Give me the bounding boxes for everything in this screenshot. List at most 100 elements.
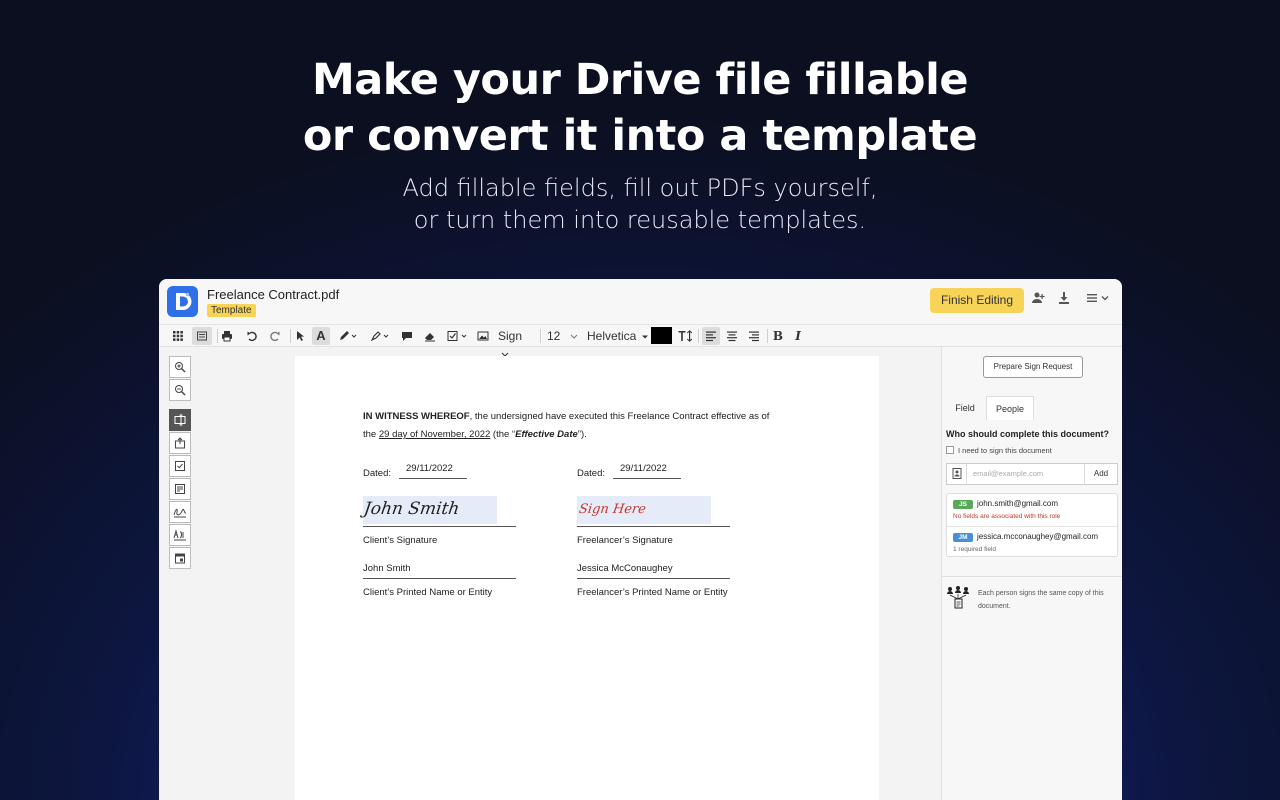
self-sign-checkbox[interactable] [946,446,954,454]
text-field-icon[interactable] [169,409,191,431]
top-bar: Freelance Contract.pdf Template Finish E… [159,279,1122,325]
redo-icon[interactable] [268,327,282,345]
toolbar-divider [767,329,768,343]
form-icon[interactable] [169,478,191,500]
client-signature-field[interactable]: John Smith [363,496,497,524]
font-size-select[interactable]: 12 [547,327,579,345]
grid-view-icon[interactable] [171,327,185,345]
highlighter-icon[interactable] [369,327,391,345]
email-input[interactable]: email@example.com [973,469,1043,478]
zoom-in-icon[interactable] [169,356,191,378]
page-view-icon[interactable] [192,327,212,345]
toolbar-divider [540,329,541,343]
sign-label: Sign [498,329,523,343]
panel-divider [942,576,1122,577]
client-dated-label: Dated: [363,468,391,479]
text-tool-icon[interactable]: A [312,327,330,345]
person-status-note: 1 required field [953,546,996,553]
print-icon[interactable] [220,327,234,345]
align-center-icon[interactable] [725,327,739,345]
client-date-field[interactable]: 29/11/2022 [406,460,453,478]
toolbar: A Sign 12 Helvetica B I [159,325,1122,357]
prepare-sign-request-button[interactable]: Prepare Sign Request [983,356,1083,378]
client-name-line [363,578,516,579]
freelancer-signature-field[interactable]: Sign Here [577,496,711,524]
client-name-label: Client’s Printed Name or Entity [363,587,493,598]
signature-icon[interactable] [169,501,191,523]
person-initials-badge: JS [953,500,973,509]
who-should-complete-heading: Who should complete this document? [946,429,1109,439]
zoom-out-icon[interactable] [169,379,191,401]
witness-paragraph: IN WITNESS WHEREOF, the undersigned have… [363,408,833,444]
list-item[interactable]: JS john.smith@gmail.com No fields are as… [947,494,1117,526]
date-icon[interactable] [169,547,191,569]
italic-button[interactable]: I [791,327,805,345]
sign-dropdown[interactable]: Sign [498,327,536,357]
comment-icon[interactable] [400,327,414,345]
checkbox-icon[interactable] [169,455,191,477]
client-signature-line [363,526,516,527]
undo-icon[interactable] [245,327,259,345]
initials-icon[interactable] [169,524,191,546]
template-badge: Template [207,304,256,317]
text-size-icon[interactable] [677,327,693,345]
upload-icon[interactable] [169,432,191,454]
image-icon[interactable] [476,327,490,345]
person-email: john.smith@gmail.com [977,499,1059,508]
hero-title: Make your Drive file fillable or convert… [0,52,1280,164]
freelancer-date-field[interactable]: 29/11/2022 [620,460,667,478]
toolbar-divider [290,329,291,343]
menu-icon[interactable] [1083,291,1113,309]
align-right-icon[interactable] [747,327,761,345]
freelancer-signature-line [577,526,730,527]
toolbar-divider [217,329,218,343]
freelancer-dated-label: Dated: [577,468,605,479]
add-person-icon[interactable] [1029,291,1047,309]
list-item[interactable]: JM jessica.mcconaughey@gmail.com 1 requi… [947,526,1117,558]
pointer-icon[interactable] [293,327,307,345]
freelancer-signature-label: Freelancer’s Signature [577,535,673,546]
tab-field[interactable]: Field [946,396,984,420]
freelancer-name-field[interactable]: Jessica McConaughey [577,560,673,578]
person-status-note: No fields are associated with this role [953,513,1061,520]
file-name: Freelance Contract.pdf [207,287,340,302]
people-list: JS john.smith@gmail.com No fields are as… [946,493,1118,557]
witness-heading: IN WITNESS WHEREOF [363,411,470,422]
app-window: Freelance Contract.pdf Template Finish E… [159,279,1122,800]
bold-button[interactable]: B [771,327,785,345]
eraser-icon[interactable] [423,327,437,345]
freelancer-name-line [577,578,730,579]
add-email-button[interactable]: Add [1084,464,1117,484]
witness-middle: (the “ [490,429,516,440]
person-email: jessica.mcconaughey@gmail.com [977,532,1099,541]
self-sign-option[interactable]: I need to sign this document [946,446,1052,455]
hero-title-line1: Make your Drive file fillable [312,55,969,105]
witness-text: , the undersigned have executed this Fre… [469,411,770,422]
tab-people[interactable]: People [986,396,1034,420]
finish-editing-button[interactable]: Finish Editing [930,288,1024,313]
person-initials-badge: JM [953,533,973,542]
client-signature-text: John Smith [362,499,461,519]
effective-date-value: 29 day of November, 2022 [378,429,491,440]
font-family-select[interactable]: Helvetica [587,327,649,345]
contact-icon[interactable] [947,464,967,484]
pen-tool-icon[interactable] [337,327,359,345]
right-panel: Prepare Sign Request Field People Who sh… [941,347,1122,800]
font-family-value: Helvetica [587,329,637,343]
same-copy-footnote: Each person signs the same copy of this … [978,590,1104,610]
hero-subtitle-line2: or turn them into reusable templates. [413,206,867,234]
app-logo-icon[interactable] [167,286,198,317]
download-icon[interactable] [1055,291,1073,309]
client-date-line [399,478,467,479]
self-sign-label: I need to sign this document [958,446,1052,455]
hero-title-line2: or convert it into a template [302,111,978,161]
client-name-field[interactable]: John Smith [363,560,411,578]
freelancer-date-line [613,478,681,479]
witness-prefix: the [363,429,379,440]
checkbox-tool-icon[interactable] [446,327,470,345]
freelancer-name-label: Freelancer’s Printed Name or Entity [577,587,728,598]
hero-subtitle: Add fillable fields, fill out PDFs yours… [0,172,1280,236]
document-page: IN WITNESS WHEREOF, the undersigned have… [295,356,879,800]
text-color-swatch[interactable] [651,327,672,344]
align-left-icon[interactable] [702,327,720,345]
